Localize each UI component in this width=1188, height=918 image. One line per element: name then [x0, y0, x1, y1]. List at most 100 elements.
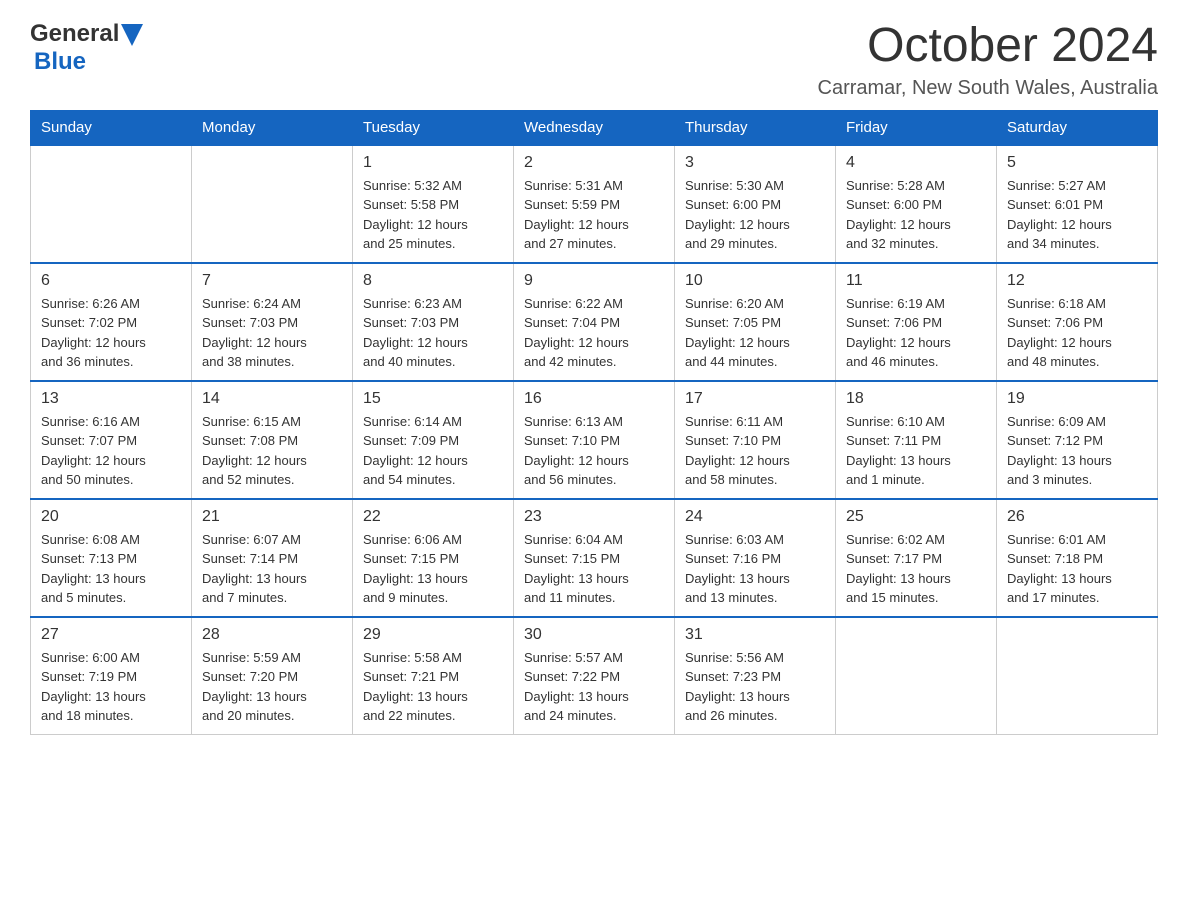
table-row: 27Sunrise: 6:00 AMSunset: 7:19 PMDayligh… — [31, 617, 192, 735]
day-number: 1 — [363, 154, 503, 172]
day-info: Sunrise: 5:58 AMSunset: 7:21 PMDaylight:… — [363, 648, 503, 726]
day-info: Sunrise: 6:20 AMSunset: 7:05 PMDaylight:… — [685, 294, 825, 372]
day-info: Sunrise: 5:27 AMSunset: 6:01 PMDaylight:… — [1007, 176, 1147, 254]
header-thursday: Thursday — [675, 110, 836, 145]
day-info: Sunrise: 5:28 AMSunset: 6:00 PMDaylight:… — [846, 176, 986, 254]
calendar-week-2: 6 Sunrise: 6:26 AMSunset: 7:02 PMDaylight… — [31, 263, 1158, 381]
day-info: Sunrise: 6:22 AMSunset: 7:04 PMDaylight:… — [524, 294, 664, 372]
day-number: 3 — [685, 154, 825, 172]
day-number: 26 — [1007, 508, 1147, 526]
day-number: 18 — [846, 390, 986, 408]
day-info: Sunrise: 6:19 AMSunset: 7:06 PMDaylight:… — [846, 294, 986, 372]
day-number: 19 — [1007, 390, 1147, 408]
calendar-week-3: 13 Sunrise: 6:16 AMSunset: 7:07 PMDayligh… — [31, 381, 1158, 499]
table-row: 15 Sunrise: 6:14 AMSunset: 7:09 PMDayligh… — [353, 381, 514, 499]
day-info: Sunrise: 6:15 AMSunset: 7:08 PMDaylight:… — [202, 412, 342, 490]
calendar-header-row: SundayMondayTuesdayWednesdayThursdayFrid… — [31, 110, 1158, 145]
table-row — [997, 617, 1158, 735]
day-number: 23 — [524, 508, 664, 526]
day-number: 27 — [41, 626, 181, 644]
day-number: 2 — [524, 154, 664, 172]
day-info: Sunrise: 6:24 AMSunset: 7:03 PMDaylight:… — [202, 294, 342, 372]
day-number: 14 — [202, 390, 342, 408]
day-number: 12 — [1007, 272, 1147, 290]
day-info: Sunrise: 6:07 AMSunset: 7:14 PMDaylight:… — [202, 530, 342, 608]
title-section: October 2024 Carramar, New South Wales, … — [818, 20, 1159, 100]
day-info: Sunrise: 6:14 AMSunset: 7:09 PMDaylight:… — [363, 412, 503, 490]
day-number: 29 — [363, 626, 503, 644]
day-info: Sunrise: 5:30 AMSunset: 6:00 PMDaylight:… — [685, 176, 825, 254]
calendar-table: SundayMondayTuesdayWednesdayThursdayFrid… — [30, 110, 1158, 735]
day-number: 17 — [685, 390, 825, 408]
day-number: 11 — [846, 272, 986, 290]
day-number: 7 — [202, 272, 342, 290]
table-row: 1 Sunrise: 5:32 AMSunset: 5:58 PMDaylight… — [353, 145, 514, 263]
month-title: October 2024 — [818, 20, 1159, 73]
table-row: 23Sunrise: 6:04 AMSunset: 7:15 PMDayligh… — [514, 499, 675, 617]
table-row: 2 Sunrise: 5:31 AMSunset: 5:59 PMDaylight… — [514, 145, 675, 263]
day-number: 4 — [846, 154, 986, 172]
day-info: Sunrise: 6:23 AMSunset: 7:03 PMDaylight:… — [363, 294, 503, 372]
table-row: 10 Sunrise: 6:20 AMSunset: 7:05 PMDayligh… — [675, 263, 836, 381]
location-subtitle: Carramar, New South Wales, Australia — [818, 77, 1159, 100]
day-number: 10 — [685, 272, 825, 290]
day-info: Sunrise: 5:56 AMSunset: 7:23 PMDaylight:… — [685, 648, 825, 726]
day-info: Sunrise: 6:16 AMSunset: 7:07 PMDaylight:… — [41, 412, 181, 490]
day-number: 6 — [41, 272, 181, 290]
table-row — [836, 617, 997, 735]
calendar-week-1: 1 Sunrise: 5:32 AMSunset: 5:58 PMDaylight… — [31, 145, 1158, 263]
day-number: 13 — [41, 390, 181, 408]
logo: General Blue — [30, 20, 143, 76]
calendar-week-5: 27Sunrise: 6:00 AMSunset: 7:19 PMDayligh… — [31, 617, 1158, 735]
table-row: 8 Sunrise: 6:23 AMSunset: 7:03 PMDaylight… — [353, 263, 514, 381]
header-tuesday: Tuesday — [353, 110, 514, 145]
page-header: General Blue October 2024 Carramar, New … — [30, 20, 1158, 100]
table-row: 30 Sunrise: 5:57 AMSunset: 7:22 PMDayligh… — [514, 617, 675, 735]
day-info: Sunrise: 6:09 AMSunset: 7:12 PMDaylight:… — [1007, 412, 1147, 490]
day-number: 25 — [846, 508, 986, 526]
table-row: 3 Sunrise: 5:30 AMSunset: 6:00 PMDaylight… — [675, 145, 836, 263]
day-number: 8 — [363, 272, 503, 290]
header-sunday: Sunday — [31, 110, 192, 145]
day-info: Sunrise: 6:26 AMSunset: 7:02 PMDaylight:… — [41, 294, 181, 372]
table-row — [192, 145, 353, 263]
day-number: 9 — [524, 272, 664, 290]
table-row: 17 Sunrise: 6:11 AMSunset: 7:10 PMDayligh… — [675, 381, 836, 499]
table-row: 16Sunrise: 6:13 AMSunset: 7:10 PMDayligh… — [514, 381, 675, 499]
day-number: 21 — [202, 508, 342, 526]
logo-blue-text: Blue — [34, 48, 86, 76]
table-row: 6 Sunrise: 6:26 AMSunset: 7:02 PMDaylight… — [31, 263, 192, 381]
day-number: 30 — [524, 626, 664, 644]
day-info: Sunrise: 6:10 AMSunset: 7:11 PMDaylight:… — [846, 412, 986, 490]
logo-triangle-icon — [121, 24, 143, 46]
day-number: 20 — [41, 508, 181, 526]
day-info: Sunrise: 6:02 AMSunset: 7:17 PMDaylight:… — [846, 530, 986, 608]
calendar-week-4: 20 Sunrise: 6:08 AMSunset: 7:13 PMDayligh… — [31, 499, 1158, 617]
day-info: Sunrise: 6:13 AMSunset: 7:10 PMDaylight:… — [524, 412, 664, 490]
table-row: 28Sunrise: 5:59 AMSunset: 7:20 PMDayligh… — [192, 617, 353, 735]
table-row: 18 Sunrise: 6:10 AMSunset: 7:11 PMDayligh… — [836, 381, 997, 499]
table-row: 31Sunrise: 5:56 AMSunset: 7:23 PMDayligh… — [675, 617, 836, 735]
table-row: 13 Sunrise: 6:16 AMSunset: 7:07 PMDayligh… — [31, 381, 192, 499]
table-row: 20 Sunrise: 6:08 AMSunset: 7:13 PMDayligh… — [31, 499, 192, 617]
table-row: 11 Sunrise: 6:19 AMSunset: 7:06 PMDayligh… — [836, 263, 997, 381]
day-number: 15 — [363, 390, 503, 408]
table-row: 9 Sunrise: 6:22 AMSunset: 7:04 PMDaylight… — [514, 263, 675, 381]
table-row: 14 Sunrise: 6:15 AMSunset: 7:08 PMDayligh… — [192, 381, 353, 499]
day-info: Sunrise: 6:18 AMSunset: 7:06 PMDaylight:… — [1007, 294, 1147, 372]
table-row — [31, 145, 192, 263]
table-row: 22Sunrise: 6:06 AMSunset: 7:15 PMDayligh… — [353, 499, 514, 617]
table-row: 4 Sunrise: 5:28 AMSunset: 6:00 PMDaylight… — [836, 145, 997, 263]
table-row: 25 Sunrise: 6:02 AMSunset: 7:17 PMDayligh… — [836, 499, 997, 617]
table-row: 5Sunrise: 5:27 AMSunset: 6:01 PMDaylight… — [997, 145, 1158, 263]
day-info: Sunrise: 6:08 AMSunset: 7:13 PMDaylight:… — [41, 530, 181, 608]
day-info: Sunrise: 6:11 AMSunset: 7:10 PMDaylight:… — [685, 412, 825, 490]
day-info: Sunrise: 5:31 AMSunset: 5:59 PMDaylight:… — [524, 176, 664, 254]
day-info: Sunrise: 5:32 AMSunset: 5:58 PMDaylight:… — [363, 176, 503, 254]
day-number: 22 — [363, 508, 503, 526]
table-row: 21 Sunrise: 6:07 AMSunset: 7:14 PMDayligh… — [192, 499, 353, 617]
day-number: 28 — [202, 626, 342, 644]
header-saturday: Saturday — [997, 110, 1158, 145]
table-row: 26Sunrise: 6:01 AMSunset: 7:18 PMDayligh… — [997, 499, 1158, 617]
day-info: Sunrise: 5:57 AMSunset: 7:22 PMDaylight:… — [524, 648, 664, 726]
